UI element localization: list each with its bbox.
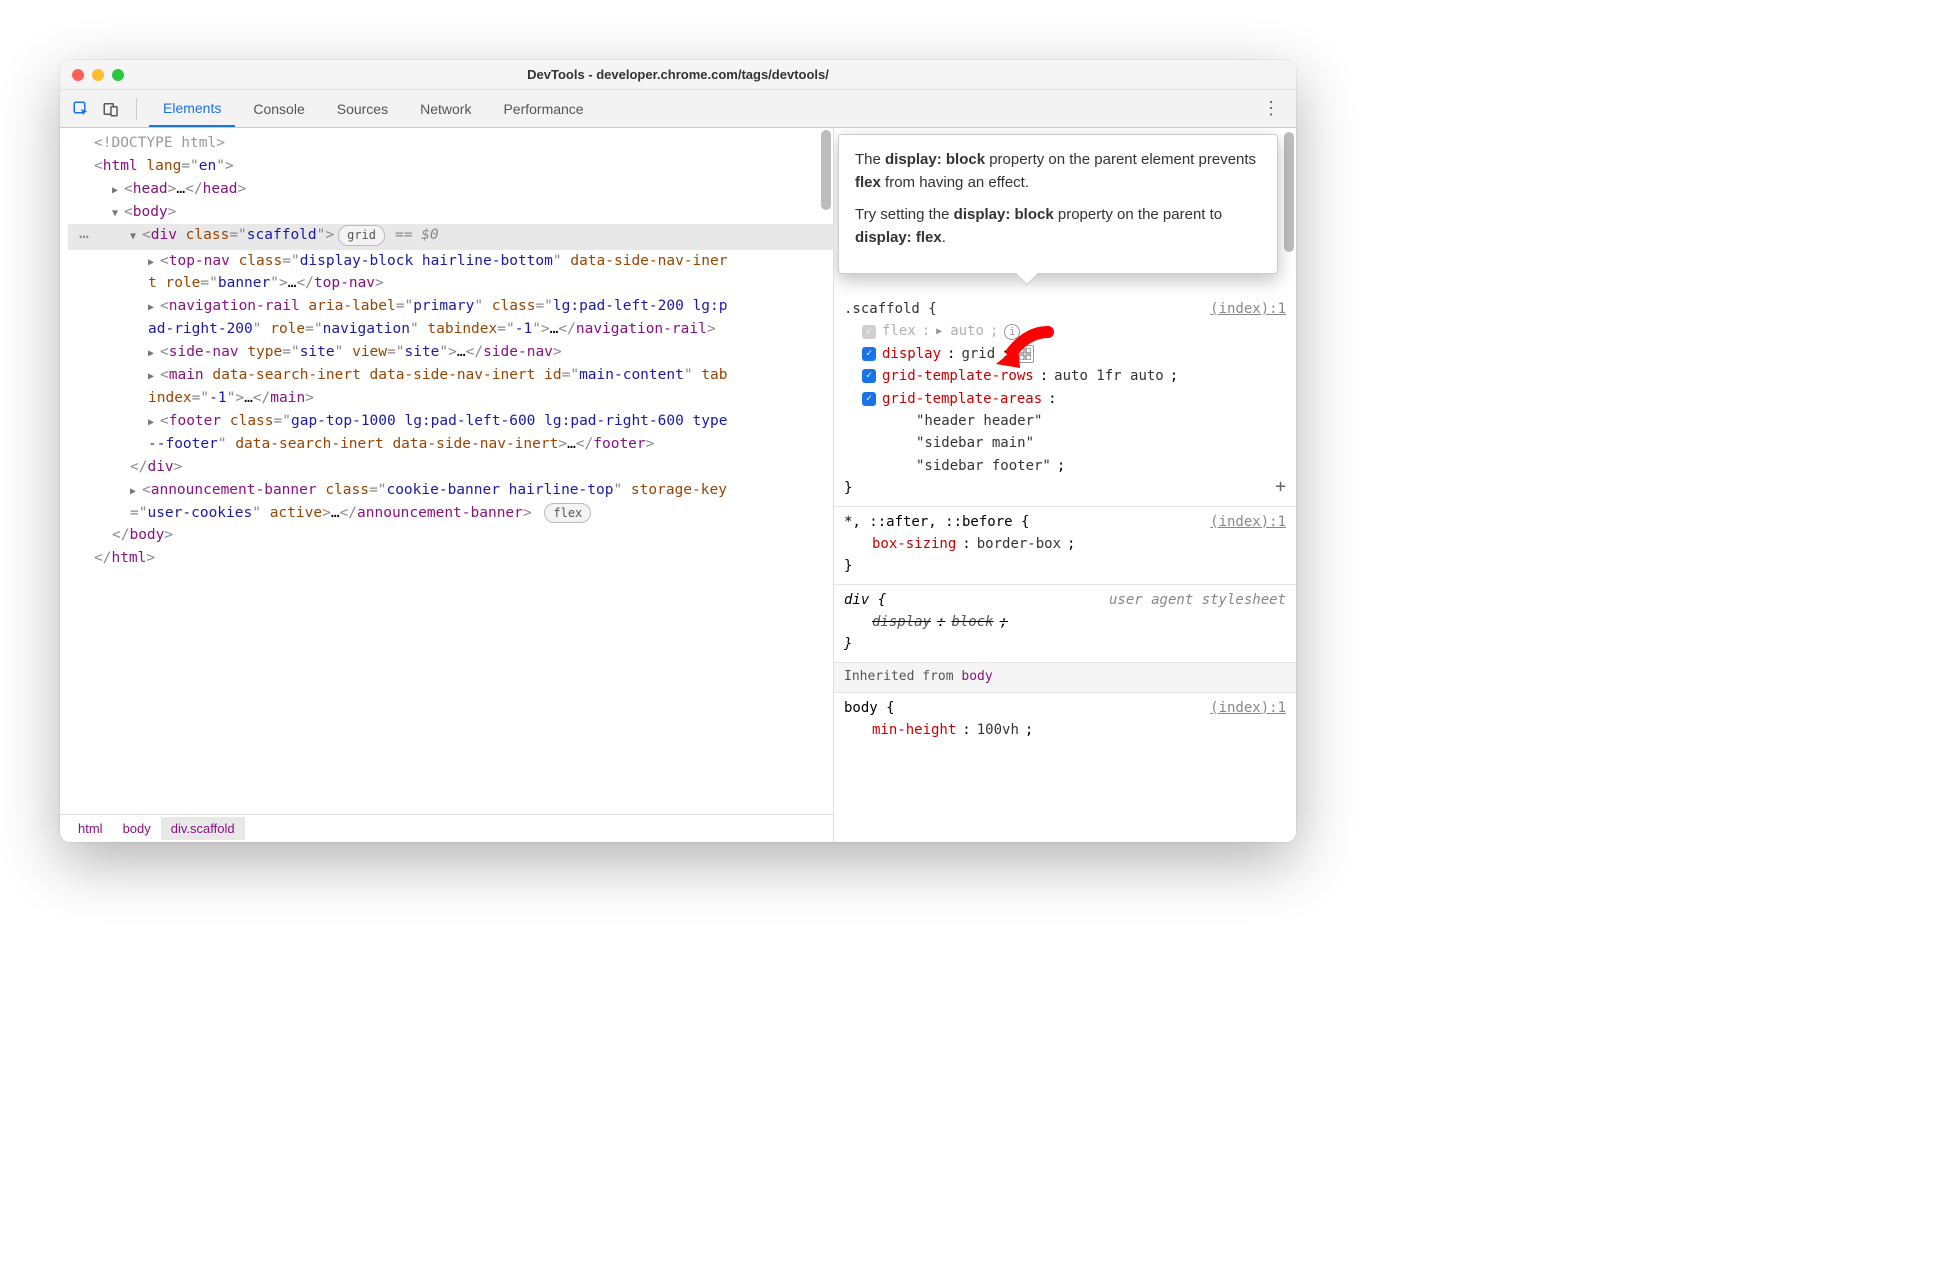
selected-node[interactable]: <div class="scaffold">grid== $0	[68, 224, 833, 250]
tab-network[interactable]: Network	[406, 90, 485, 127]
css-prop-flex[interactable]: ✓ flex: ▶ auto; i	[844, 320, 1286, 342]
scrollbar[interactable]	[821, 130, 831, 210]
flex-badge[interactable]: flex	[544, 503, 591, 524]
source-link[interactable]: (index):1	[1210, 511, 1286, 533]
toolbar: Elements Console Sources Network Perform…	[60, 90, 1296, 128]
style-rule[interactable]: *, ::after, ::before {(index):1 box-sizi…	[834, 507, 1296, 585]
device-toggle-icon[interactable]	[98, 96, 124, 122]
checkbox-icon[interactable]: ✓	[862, 392, 876, 406]
expand-arrow-icon[interactable]: ▶	[936, 324, 942, 340]
inherited-from-link[interactable]: body	[961, 669, 992, 684]
tab-sources[interactable]: Sources	[323, 90, 402, 127]
grid-badge[interactable]: grid	[338, 225, 385, 246]
source-link[interactable]: (index):1	[1210, 298, 1286, 320]
styles-pane: The display: block property on the paren…	[834, 128, 1296, 842]
tab-elements[interactable]: Elements	[149, 90, 235, 127]
collapse-arrow-icon[interactable]	[112, 206, 122, 222]
css-prop-grid-template-rows[interactable]: ✓ grid-template-rows: auto 1fr auto;	[844, 365, 1286, 387]
expand-arrow-icon[interactable]	[148, 369, 158, 385]
ua-stylesheet-label: user agent stylesheet	[1109, 589, 1286, 611]
more-menu-icon[interactable]: ⋮	[1254, 98, 1288, 119]
titlebar: DevTools - developer.chrome.com/tags/dev…	[60, 60, 1296, 90]
checkbox-icon[interactable]: ✓	[862, 369, 876, 383]
toolbar-separator	[136, 98, 137, 120]
tab-performance[interactable]: Performance	[489, 90, 597, 127]
elements-pane: <!DOCTYPE html> <html lang="en"> <head>……	[60, 128, 834, 842]
breadcrumb-html[interactable]: html	[68, 817, 113, 840]
breadcrumb: html body div.scaffold	[60, 814, 833, 842]
style-rule-ua[interactable]: div {user agent stylesheet display: bloc…	[834, 585, 1296, 663]
expand-arrow-icon[interactable]	[112, 183, 122, 199]
expand-arrow-icon[interactable]	[148, 346, 158, 362]
add-rule-icon[interactable]: +	[1275, 473, 1286, 502]
css-prop-grid-template-areas[interactable]: ✓ grid-template-areas:	[844, 388, 1286, 410]
devtools-window: DevTools - developer.chrome.com/tags/dev…	[60, 60, 1296, 842]
console-ref: == $0	[395, 227, 439, 243]
inspect-icon[interactable]	[68, 96, 94, 122]
expand-arrow-icon[interactable]	[148, 300, 158, 316]
breadcrumb-div-scaffold[interactable]: div.scaffold	[161, 817, 245, 840]
window-title: DevTools - developer.chrome.com/tags/dev…	[60, 67, 1296, 82]
expand-arrow-icon[interactable]	[148, 415, 158, 431]
expand-arrow-icon[interactable]	[148, 255, 158, 271]
hint-tooltip: The display: block property on the paren…	[838, 134, 1278, 274]
style-rule[interactable]: body {(index):1 min-height: 100vh;	[834, 693, 1296, 748]
collapse-arrow-icon[interactable]	[130, 229, 140, 245]
tab-console[interactable]: Console	[239, 90, 318, 127]
expand-arrow-icon[interactable]	[130, 484, 140, 500]
inherited-section: Inherited from body	[834, 663, 1296, 693]
css-prop-display[interactable]: ✓ display: grid;	[844, 343, 1286, 365]
checkbox-icon[interactable]: ✓	[862, 325, 876, 339]
doctype: <!DOCTYPE html>	[94, 135, 225, 151]
breadcrumb-body[interactable]: body	[113, 817, 161, 840]
checkbox-icon[interactable]: ✓	[862, 347, 876, 361]
source-link[interactable]: (index):1	[1210, 697, 1286, 719]
dom-tree[interactable]: <!DOCTYPE html> <html lang="en"> <head>……	[60, 128, 833, 574]
annotation-arrow-icon	[988, 324, 1058, 389]
